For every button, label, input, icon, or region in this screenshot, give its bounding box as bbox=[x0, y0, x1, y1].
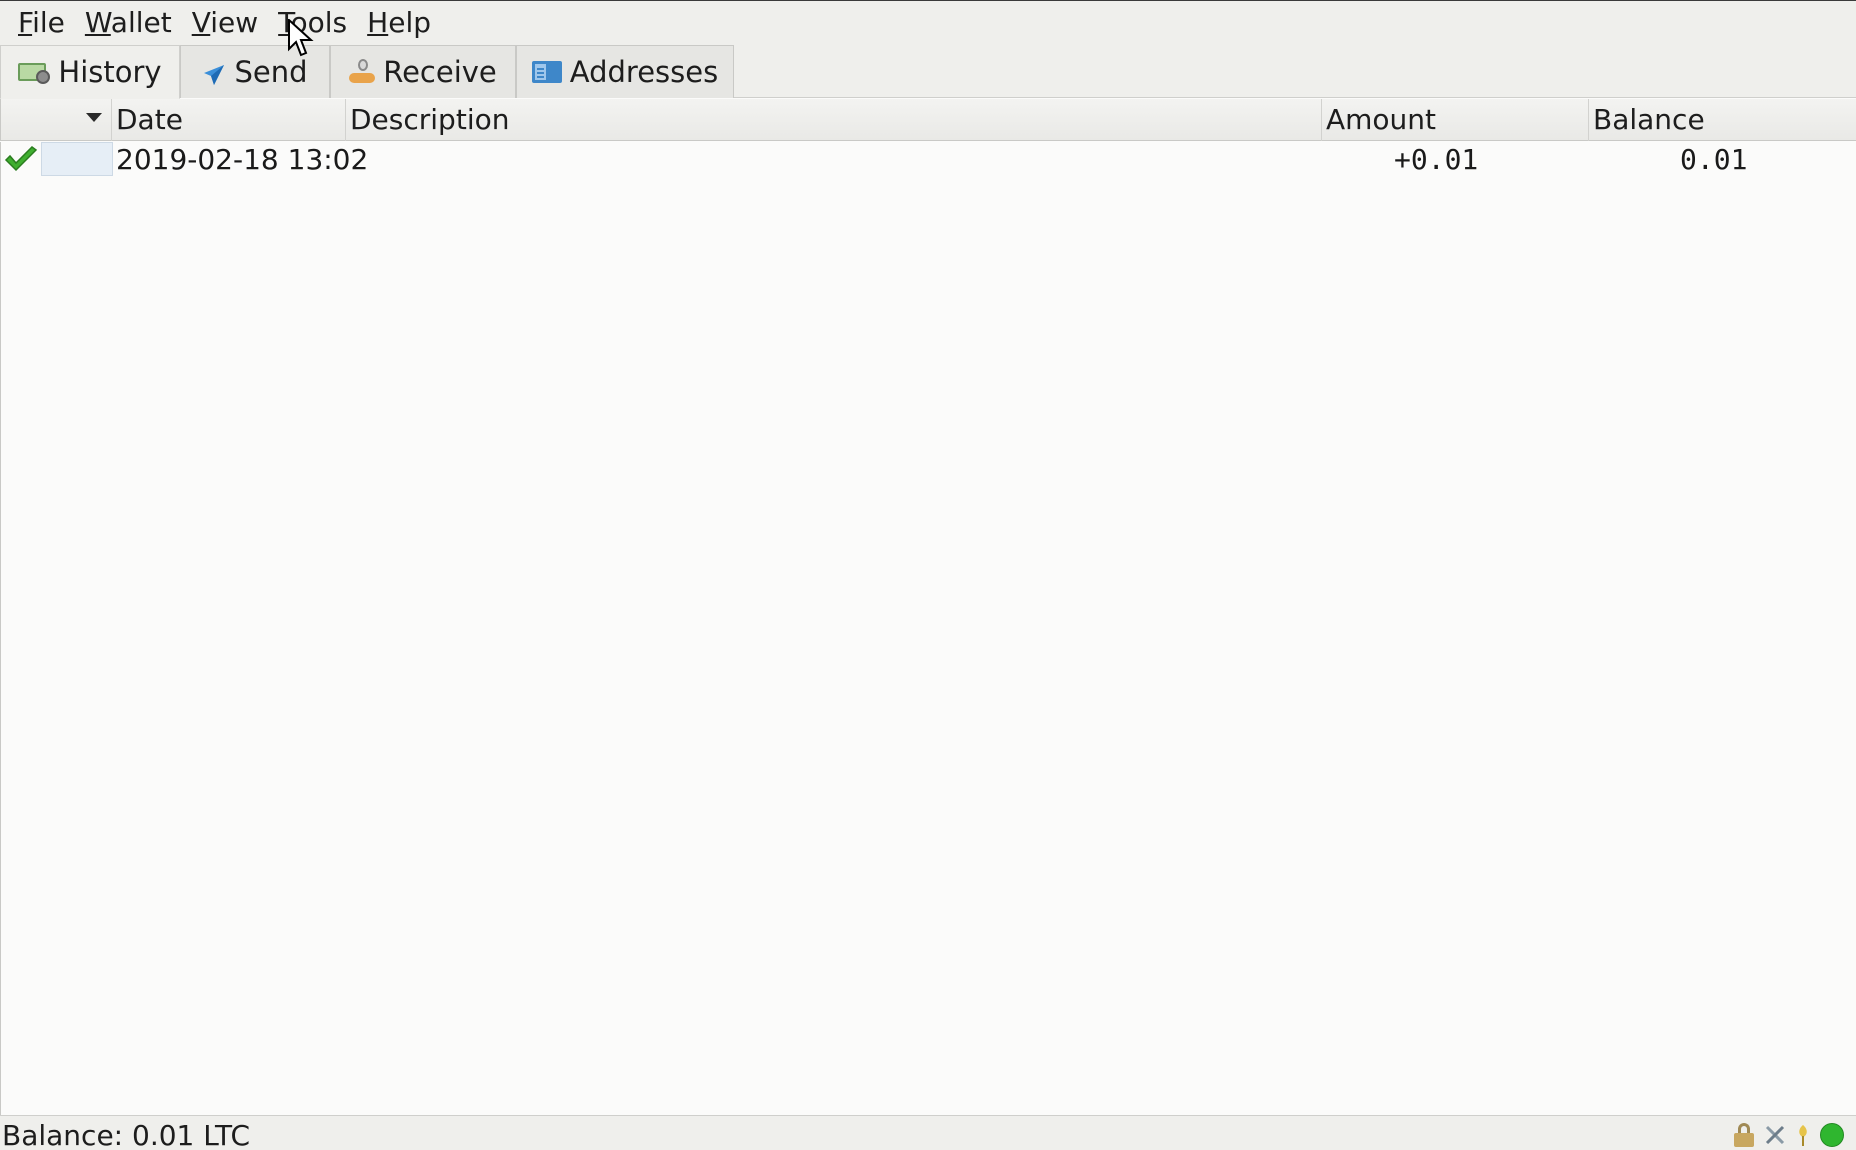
status-bar: Balance: 0.01 LTC bbox=[0, 1115, 1856, 1150]
tab-history[interactable]: History bbox=[0, 45, 180, 99]
status-icons bbox=[1724, 1122, 1844, 1148]
column-header-balance[interactable]: Balance bbox=[1589, 99, 1856, 141]
table-row[interactable]: 2019-02-18 13:02 +0.01 0.01 bbox=[1, 142, 1856, 178]
row-amount: +0.01 bbox=[1394, 143, 1479, 176]
send-icon bbox=[202, 60, 226, 85]
menu-help-mnemonic: H bbox=[367, 6, 389, 39]
column-header-description[interactable]: Description bbox=[346, 99, 1322, 141]
transaction-type-cell bbox=[41, 142, 113, 176]
menu-file-mnemonic: F bbox=[18, 6, 33, 39]
history-icon bbox=[18, 60, 51, 84]
menu-wallet-label: allet bbox=[110, 6, 172, 39]
tools-icon[interactable] bbox=[1764, 1124, 1786, 1146]
column-header-date[interactable]: Date bbox=[112, 99, 346, 141]
menu-help[interactable]: Help bbox=[357, 1, 441, 45]
menu-view-label: iew bbox=[210, 6, 259, 39]
menu-bar: File Wallet View Tools Help bbox=[0, 1, 1856, 45]
tab-receive[interactable]: Receive bbox=[330, 45, 516, 98]
mouse-cursor-icon bbox=[288, 19, 314, 57]
history-table-header: Date Description Amount Balance bbox=[0, 99, 1856, 141]
seed-icon[interactable] bbox=[1796, 1123, 1810, 1147]
lock-icon[interactable] bbox=[1734, 1123, 1754, 1147]
tab-addresses-label: Addresses bbox=[569, 55, 719, 89]
balance-label: Balance: 0.01 LTC bbox=[2, 1119, 251, 1150]
menu-file[interactable]: File bbox=[8, 1, 75, 45]
menu-file-label: ile bbox=[32, 6, 65, 39]
row-date: 2019-02-18 13:02 bbox=[116, 143, 369, 176]
electrum-ltc-window: File Wallet View Tools Help History Send… bbox=[0, 0, 1856, 1150]
menu-view-mnemonic: V bbox=[191, 6, 211, 39]
menu-wallet[interactable]: Wallet bbox=[75, 1, 182, 45]
receive-icon bbox=[349, 59, 376, 85]
tab-receive-label: Receive bbox=[383, 55, 497, 89]
tab-addresses[interactable]: Addresses bbox=[516, 45, 734, 98]
tab-history-label: History bbox=[58, 55, 162, 89]
main-tab-bar: History Send Receive Addresses bbox=[0, 45, 1856, 99]
tab-send-label: Send bbox=[234, 55, 308, 89]
column-header-amount[interactable]: Amount bbox=[1322, 99, 1589, 141]
network-status-icon[interactable] bbox=[1820, 1123, 1844, 1147]
status-column-header[interactable] bbox=[1, 99, 112, 141]
menu-help-label: elp bbox=[388, 6, 431, 39]
sort-descending-icon bbox=[86, 113, 102, 122]
menu-view[interactable]: View bbox=[182, 1, 268, 45]
addresses-icon bbox=[531, 60, 562, 84]
menu-wallet-mnemonic: W bbox=[84, 6, 111, 39]
row-balance: 0.01 bbox=[1680, 143, 1748, 176]
history-table: 2019-02-18 13:02 +0.01 0.01 bbox=[0, 142, 1856, 1116]
confirmed-check-icon bbox=[4, 146, 38, 174]
